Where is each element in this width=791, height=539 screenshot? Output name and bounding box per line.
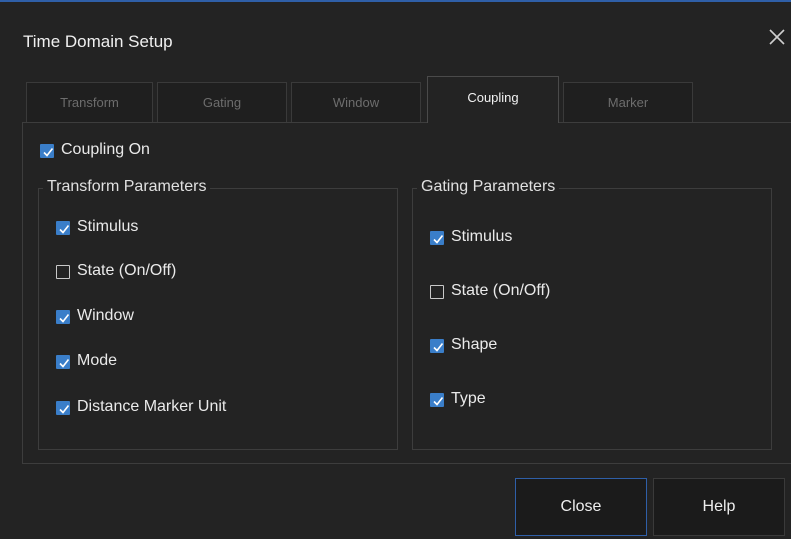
gating-stimulus-label: Stimulus <box>451 228 513 245</box>
tab-bar: Transform Gating Window Coupling Marker <box>24 76 791 123</box>
transform-state-label: State (On/Off) <box>77 262 177 279</box>
tab-window[interactable]: Window <box>291 82 421 122</box>
transform-window-checkbox[interactable] <box>56 310 70 324</box>
close-button[interactable]: Close <box>515 478 647 536</box>
tab-marker[interactable]: Marker <box>563 82 693 122</box>
gating-state-label: State (On/Off) <box>451 282 551 299</box>
gating-parameters-group: Gating Parameters Stimulus State (On/Off… <box>412 178 772 450</box>
time-domain-setup-dialog: Time Domain Setup Transform Gating Windo… <box>0 0 791 539</box>
transform-mode-checkbox[interactable] <box>56 355 70 369</box>
gating-shape-checkbox[interactable] <box>430 339 444 353</box>
transform-stimulus-label: Stimulus <box>77 218 139 235</box>
coupling-on-label: Coupling On <box>61 141 150 158</box>
gating-state-checkbox[interactable] <box>430 285 444 299</box>
dialog-title: Time Domain Setup <box>23 32 173 51</box>
gating-shape-label: Shape <box>451 336 498 353</box>
gating-stimulus-checkbox[interactable] <box>430 231 444 245</box>
transform-parameters-group: Transform Parameters Stimulus State (On/… <box>38 178 398 450</box>
coupling-tab-panel: Coupling On Transform Parameters Stimulu… <box>22 122 791 464</box>
gating-type-checkbox[interactable] <box>430 393 444 407</box>
close-icon[interactable] <box>766 26 788 48</box>
tab-coupling[interactable]: Coupling <box>427 76 559 123</box>
transform-stimulus-checkbox[interactable] <box>56 221 70 235</box>
transform-parameters-title: Transform Parameters <box>43 178 211 196</box>
gating-type-label: Type <box>451 390 486 407</box>
tab-gating[interactable]: Gating <box>157 82 287 122</box>
transform-window-label: Window <box>77 307 134 324</box>
help-button[interactable]: Help <box>653 478 785 536</box>
gating-parameters-title: Gating Parameters <box>417 178 560 196</box>
tab-transform[interactable]: Transform <box>26 82 153 122</box>
coupling-on-checkbox[interactable] <box>40 144 54 158</box>
transform-distance-marker-unit-checkbox[interactable] <box>56 401 70 415</box>
title-bar: Time Domain Setup <box>0 4 791 74</box>
transform-distance-marker-unit-label: Distance Marker Unit <box>77 398 227 415</box>
transform-state-checkbox[interactable] <box>56 265 70 279</box>
transform-mode-label: Mode <box>77 352 118 369</box>
